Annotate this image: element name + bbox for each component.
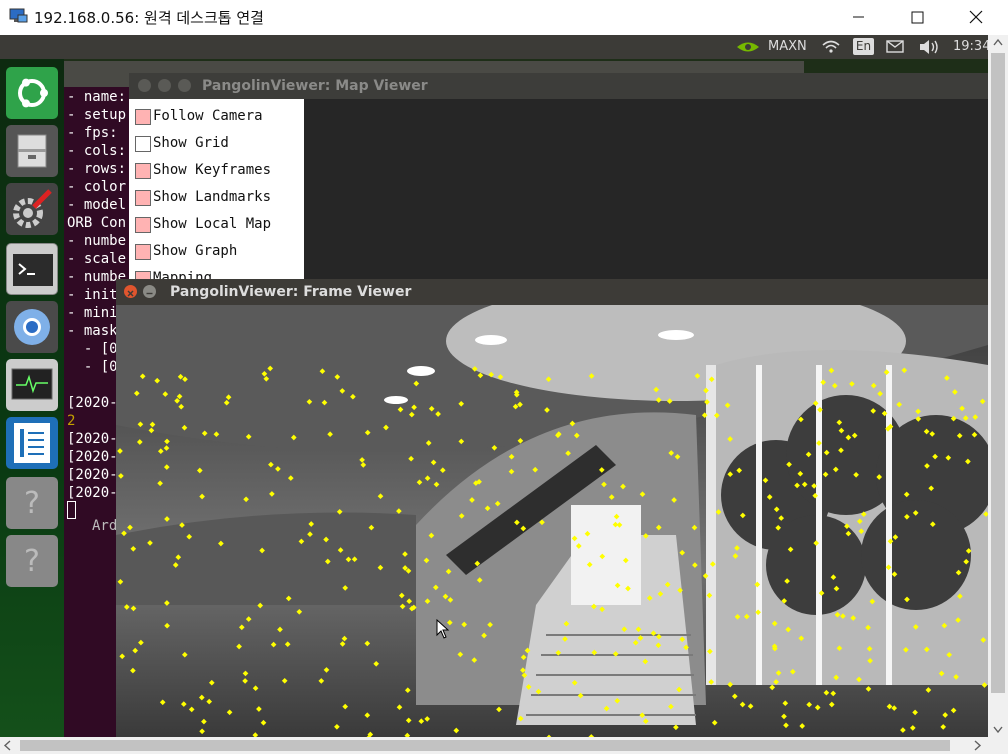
svg-text:?: ? [24,544,40,579]
terminal-line: 2 [67,413,76,429]
scroll-down-arrow-icon[interactable] [988,721,1008,737]
ubuntu-top-panel: MAXN En 19:34 [0,35,990,59]
file-cabinet-icon [17,134,47,168]
map-viewer-title-bar[interactable]: PangolinViewer: Map Viewer [129,73,988,99]
terminal-line: [2020- [67,467,118,483]
checkbox[interactable] [135,136,151,152]
terminal-line: [2020- [67,395,118,411]
terminal-line: [2020- [67,431,118,447]
horizontal-scrollbar[interactable] [0,737,1008,754]
terminal-line: [2020- [67,449,118,465]
power-mode-indicator[interactable]: MAXN [768,39,807,54]
terminal-line: - rows: [67,161,127,177]
ubuntu-logo-icon [18,78,48,108]
checkbox[interactable] [135,109,151,125]
terminal-line: - name: [67,89,127,105]
terminal-line: - setup [67,107,127,123]
frame-viewer-window[interactable]: PangolinViewer: Frame Viewer [116,279,988,737]
minimize-icon[interactable] [158,79,171,92]
terminal-line: - fps: [67,125,118,141]
terminal-line: - init [67,287,118,303]
terminal-icon [13,254,53,286]
system-monitor-icon [11,368,53,400]
system-monitor-button[interactable] [6,359,58,411]
checkbox[interactable] [135,163,151,179]
files-button[interactable] [6,125,58,177]
terminal-cursor [67,501,76,519]
question-mark-icon: ? [24,544,40,579]
text-editor-button[interactable] [6,417,58,469]
volume-icon[interactable] [918,39,940,55]
settings-gear-icon [13,189,52,228]
minimize-icon[interactable] [143,285,156,298]
equirectangular-frame-image [116,305,988,737]
terminal-button[interactable] [6,243,58,295]
nvidia-icon[interactable] [735,38,761,56]
clock[interactable]: 19:34 [953,39,990,54]
text-editor-icon [14,423,50,463]
minimize-button[interactable] [843,4,873,30]
map-options-panel: Follow Camera Show Grid Show Keyframes Show… [129,99,304,287]
checkbox-label: Show Graph [153,243,238,259]
mail-icon[interactable] [886,40,904,53]
scroll-right-arrow-icon[interactable] [968,737,985,754]
ubuntu-home-button[interactable] [6,67,58,119]
rdp-title-bar: 192.168.0.56: 원격 데스크톱 연결 [0,0,1008,34]
mouse-cursor-icon [436,619,450,639]
checkbox[interactable] [135,217,151,233]
vertical-scroll-thumb[interactable] [991,53,1005,693]
system-settings-button[interactable] [6,183,58,235]
window-title: 192.168.0.56: 원격 데스크톱 연결 [34,9,264,27]
map-canvas[interactable] [304,99,988,283]
terminal-line: - model [67,197,127,213]
unknown-app-button-1[interactable]: ? [6,477,58,529]
remote-desktop-icon [9,8,28,23]
close-button[interactable] [961,4,991,30]
checkbox[interactable] [135,190,151,206]
checkbox-label: Show Landmarks [153,189,272,205]
terminal-line: [2020- [67,485,118,501]
scroll-left-arrow-icon[interactable] [0,737,17,754]
checkbox[interactable] [135,244,151,260]
terminal-line: - color [67,179,127,195]
keyboard-layout-indicator[interactable]: En [853,38,874,55]
frame-viewer-title-bar[interactable]: PangolinViewer: Frame Viewer [116,279,988,305]
horizontal-scroll-thumb[interactable] [20,740,950,751]
terminal-line: - [0 [67,341,118,357]
unknown-app-button-2[interactable]: ? [6,535,58,587]
terminal-line: - [0 [67,359,118,375]
camera-frame[interactable] [116,305,988,737]
chromium-icon [14,309,50,345]
checkbox-label: Show Keyframes [153,162,272,178]
checkbox-label: Show Local Map [153,216,272,232]
close-icon[interactable] [138,79,151,92]
vertical-scrollbar[interactable] [988,35,1008,737]
scroll-up-arrow-icon[interactable] [988,35,1008,51]
chromium-button[interactable] [6,301,58,353]
terminal-line: - numbe [67,233,127,249]
terminal-line: - cols: [67,143,127,159]
ubuntu-launcher: ? ? [0,59,64,737]
terminal-line: - scale [67,251,127,267]
maximize-button[interactable] [902,4,932,30]
terminal-line: - mask [67,323,118,339]
checkbox-label: Follow Camera [153,108,263,124]
terminal-line: - mini [67,305,118,321]
terminal-prompt-fragment: Ard [92,518,118,534]
frame-viewer-title: PangolinViewer: Frame Viewer [170,284,412,300]
maximize-icon[interactable] [178,79,191,92]
terminal-line: ORB Con [67,215,127,231]
svg-text:?: ? [24,486,40,521]
question-mark-icon: ? [24,486,40,521]
close-icon[interactable] [124,285,137,298]
checkbox-label: Show Grid [153,135,229,151]
map-viewer-window[interactable]: PangolinViewer: Map Viewer Follow Camera… [129,73,988,287]
wifi-icon[interactable] [821,40,841,54]
map-viewer-title: PangolinViewer: Map Viewer [202,78,428,94]
